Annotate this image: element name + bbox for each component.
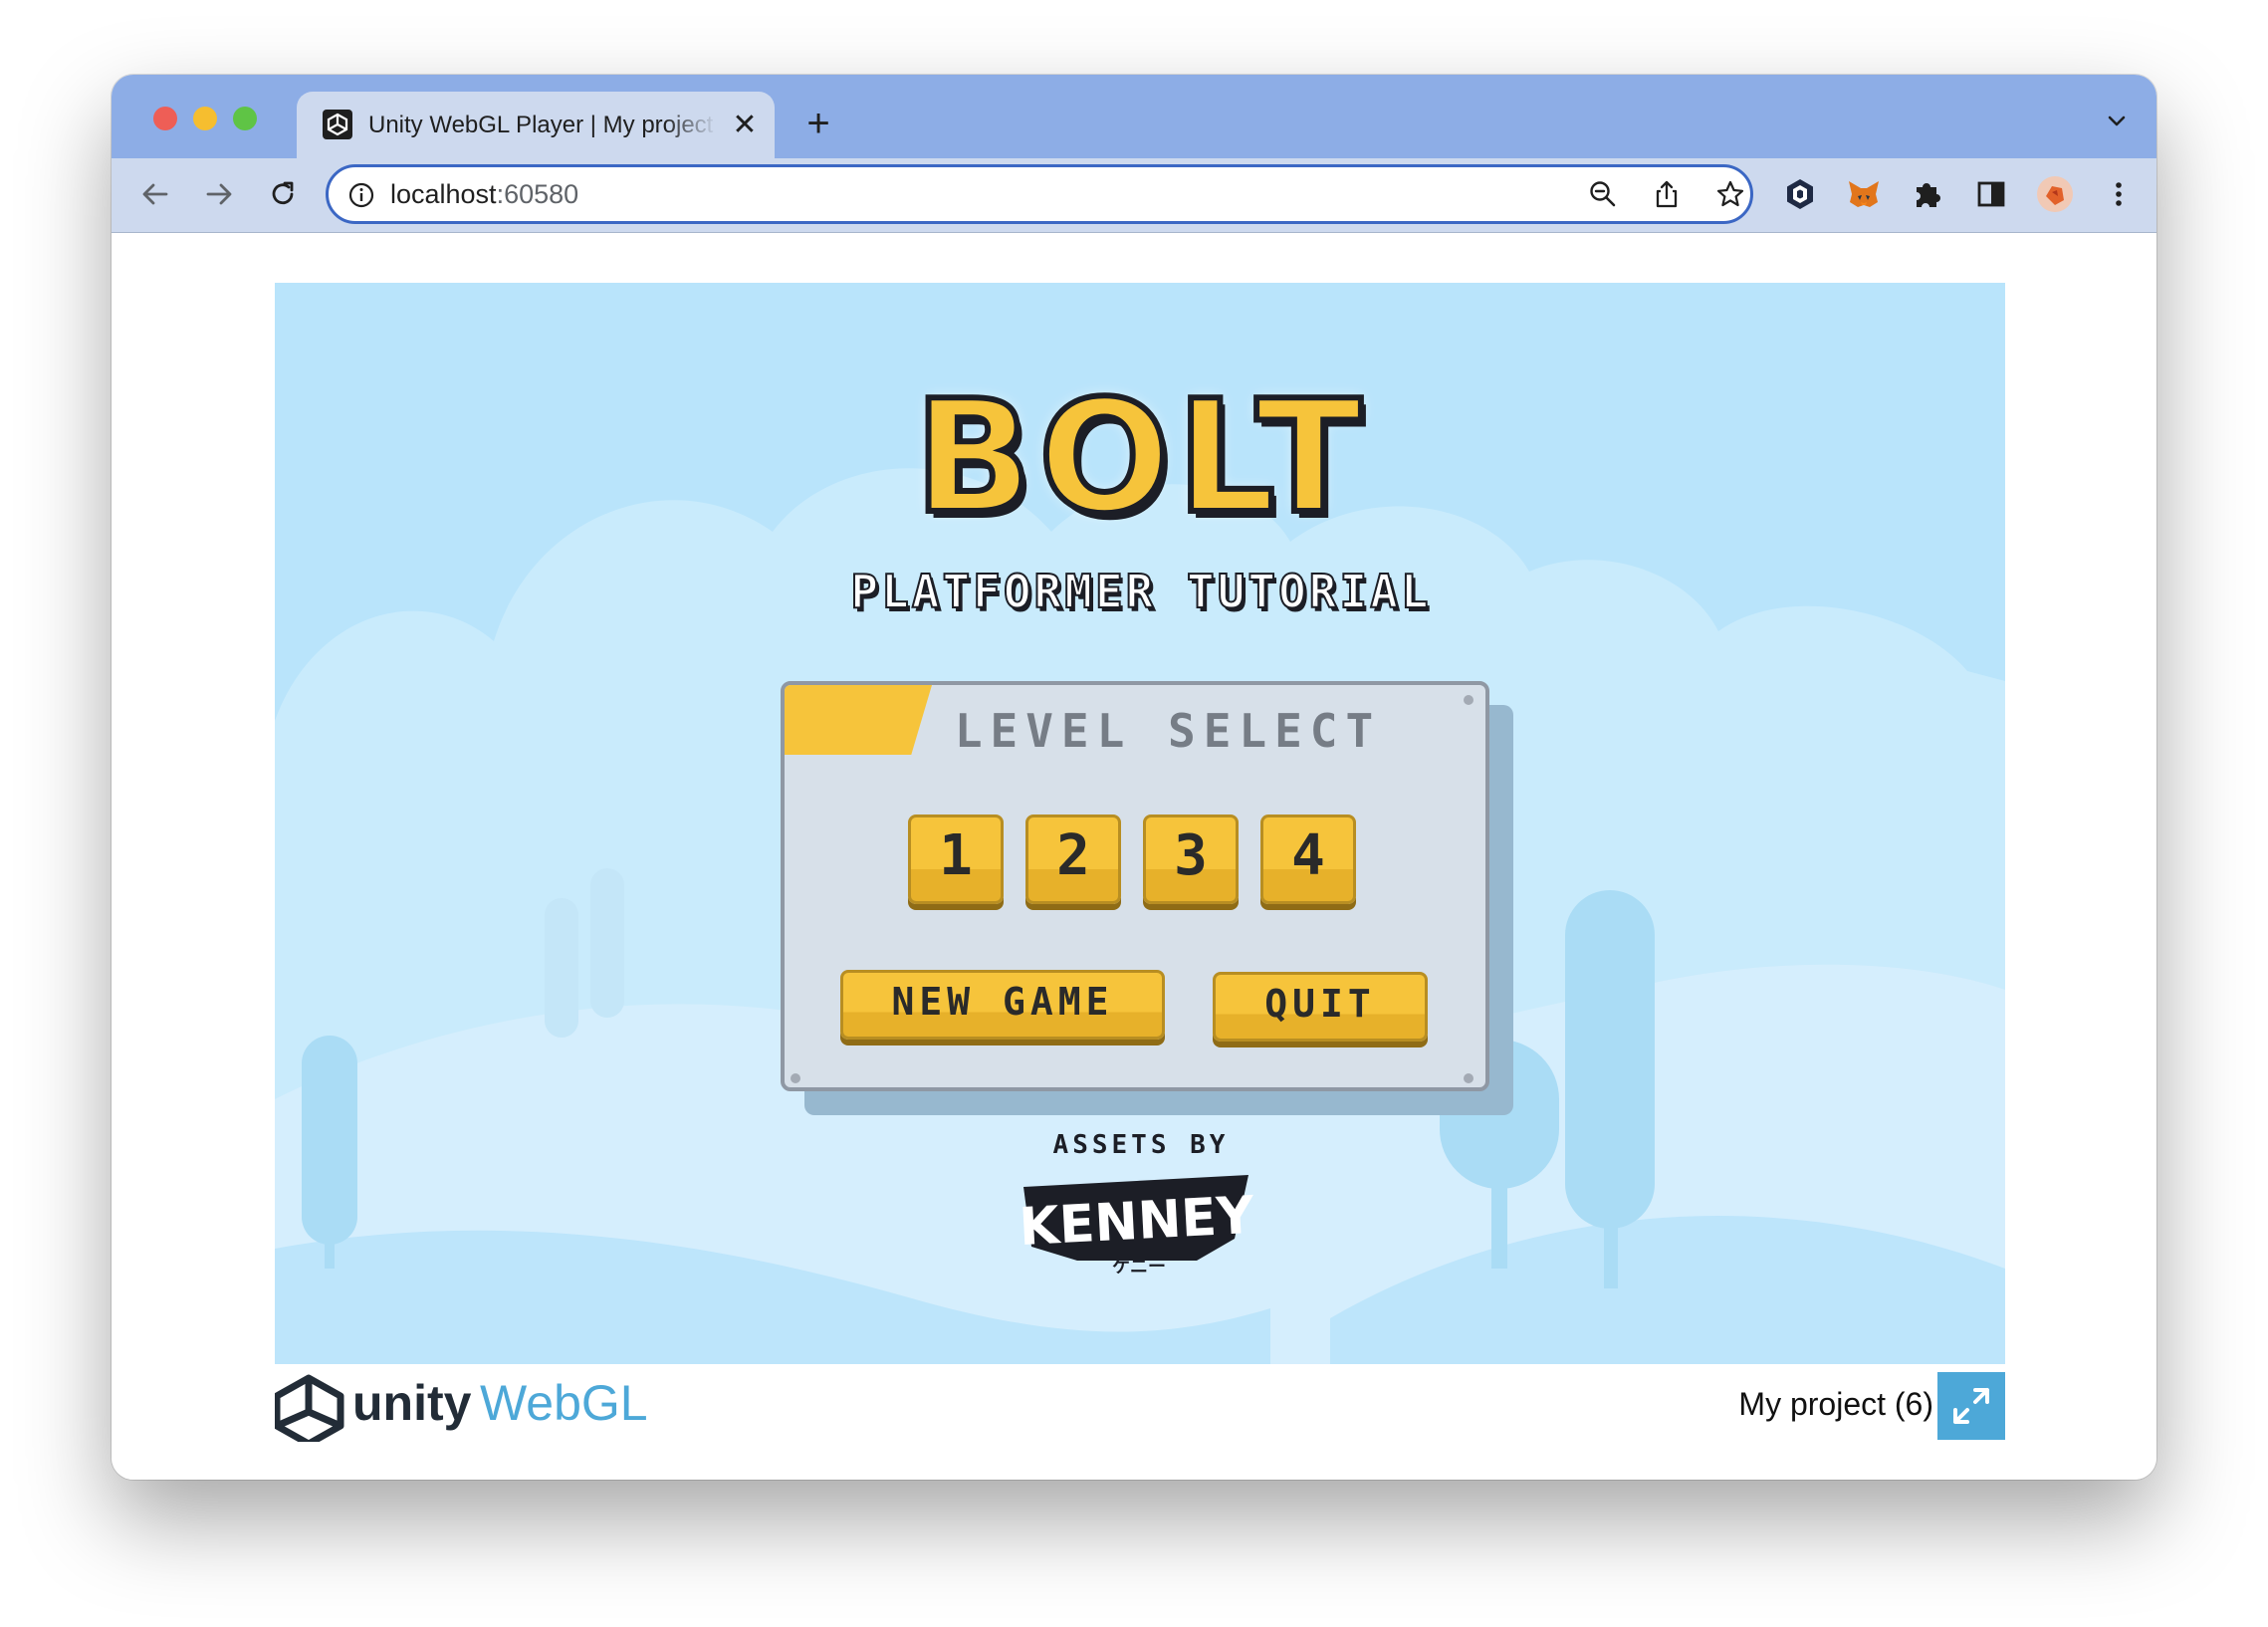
kenney-logo-subtext: ケニー xyxy=(1112,1257,1166,1278)
panel-rivet xyxy=(791,1073,800,1083)
bookmark-star-icon[interactable] xyxy=(1714,178,1746,210)
browser-window: Unity WebGL Player | My project (6) ✕ + … xyxy=(112,75,2156,1480)
webgl-wordmark: WebGL xyxy=(480,1375,648,1431)
project-name: My project (6) xyxy=(1738,1386,1933,1422)
profile-avatar[interactable] xyxy=(2035,174,2075,214)
unity-icon xyxy=(323,110,352,139)
address-bar[interactable]: localhost:60580 xyxy=(326,164,1753,224)
back-arrow-icon[interactable] xyxy=(135,174,175,214)
level-1-button[interactable]: 1 xyxy=(908,814,1004,904)
assets-by-label: ASSETS BY xyxy=(1052,1130,1230,1160)
unity-webgl-logo: unity WebGL xyxy=(275,1374,648,1442)
url-host: localhost xyxy=(390,179,497,209)
reload-icon[interactable] xyxy=(263,174,303,214)
forward-arrow-icon[interactable] xyxy=(199,174,239,214)
level-select-panel: LEVEL SELECT 1 2 3 4 NEW GAME QUIT xyxy=(781,681,1489,1091)
unity-game-canvas[interactable]: BOLT PLATFORMER TUTORIAL LEVEL SELECT 1 … xyxy=(275,283,2005,1364)
panel-rivet xyxy=(1464,1073,1474,1083)
panel-corner-tag xyxy=(785,685,932,755)
zoom-out-icon[interactable] xyxy=(1587,178,1619,210)
unity-wordmark: unity xyxy=(352,1375,472,1431)
level-2-button[interactable]: 2 xyxy=(1025,814,1121,904)
game-logo-title: BOLT xyxy=(911,366,1368,548)
info-icon[interactable] xyxy=(346,180,376,210)
url-port: :60580 xyxy=(496,179,579,209)
new-tab-button[interactable]: + xyxy=(800,104,836,143)
level-3-button[interactable]: 3 xyxy=(1143,814,1239,904)
unity-cube-icon xyxy=(275,1374,344,1442)
page-content: BOLT PLATFORMER TUTORIAL LEVEL SELECT 1 … xyxy=(112,233,2156,1480)
tab-title: Unity WebGL Player | My project (6) xyxy=(368,112,717,138)
kebab-menu-icon[interactable] xyxy=(2099,174,2139,214)
browser-tab[interactable]: Unity WebGL Player | My project (6) ✕ xyxy=(297,92,775,158)
minimize-window-button[interactable] xyxy=(193,107,217,130)
panel-rivet xyxy=(1464,695,1474,705)
browser-toolbar: localhost:60580 xyxy=(112,158,2156,233)
level-4-button[interactable]: 4 xyxy=(1260,814,1356,904)
crypto-wallet-icon[interactable] xyxy=(1780,174,1820,214)
share-icon[interactable] xyxy=(1651,178,1683,210)
game-logo-subtitle: PLATFORMER TUTORIAL xyxy=(849,564,1432,619)
side-panel-icon[interactable] xyxy=(1971,174,2011,214)
new-game-button[interactable]: NEW GAME xyxy=(840,970,1165,1040)
unity-footer: unity WebGL My project (6) xyxy=(112,1364,2156,1444)
metamask-fox-icon[interactable] xyxy=(1844,174,1884,214)
close-window-button[interactable] xyxy=(153,107,177,130)
tab-bar: Unity WebGL Player | My project (6) ✕ + xyxy=(112,75,2156,158)
maximize-window-button[interactable] xyxy=(233,107,257,130)
quit-button[interactable]: QUIT xyxy=(1213,972,1428,1042)
fullscreen-expand-icon xyxy=(1953,1388,1989,1424)
puzzle-extensions-icon[interactable] xyxy=(1908,174,1947,214)
tab-search-chevron-icon[interactable] xyxy=(2103,107,2131,134)
fullscreen-button[interactable] xyxy=(1937,1372,2005,1440)
tab-close-icon[interactable]: ✕ xyxy=(731,111,759,140)
kenney-logo-text: KENNEY xyxy=(1018,1186,1256,1258)
kenney-logo: KENNEY ケニー xyxy=(1018,1175,1256,1278)
url-text[interactable]: localhost:60580 xyxy=(390,177,578,211)
level-select-title: LEVEL SELECT xyxy=(954,704,1382,758)
